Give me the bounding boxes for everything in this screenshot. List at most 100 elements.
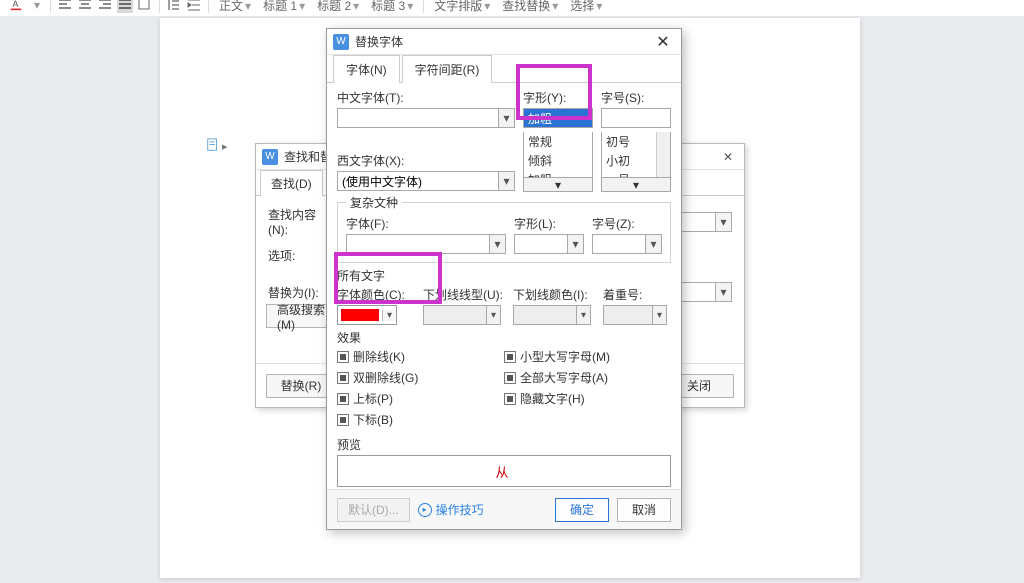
align-left-icon[interactable]	[57, 0, 73, 13]
complex-font-combo[interactable]: ▾	[346, 234, 506, 254]
tab-font[interactable]: 字体(N)	[333, 55, 400, 83]
subscript-checkbox[interactable]: 下标(B)	[337, 411, 504, 428]
underline-color-icon[interactable]: A	[8, 0, 24, 13]
line-spacing-icon[interactable]	[166, 0, 182, 13]
find-what-dropdown[interactable]: ▾	[716, 212, 732, 232]
replace-font-dialog: W 替换字体 ✕ 字体(N) 字符间距(R) 中文字体(T): ▾ 字形(Y):	[326, 28, 682, 530]
chevron-down-icon[interactable]: ▾	[489, 235, 505, 253]
cancel-button[interactable]: 取消	[617, 498, 671, 522]
doc-icon	[206, 138, 220, 155]
chinese-font-input[interactable]	[338, 109, 498, 127]
cstyle-label: 字形(L):	[514, 215, 584, 232]
chevron-down-icon[interactable]: ▾	[498, 109, 514, 127]
size-label: 字号(S):	[601, 89, 671, 106]
chevron-down-icon[interactable]: ▾	[567, 235, 583, 253]
style-label: 字形(Y):	[523, 89, 593, 106]
smallcaps-checkbox[interactable]: 小型大写字母(M)	[504, 348, 671, 365]
underline-type-label: 下划线线型(U):	[423, 286, 505, 303]
font-color-combo[interactable]: ▾	[337, 305, 397, 325]
chevron-down-icon[interactable]: ▾	[523, 178, 593, 192]
style-h3[interactable]: 标题 3▾	[367, 0, 417, 16]
replace-with-dropdown[interactable]: ▾	[716, 282, 732, 302]
font-dialog-title: 替换字体	[355, 33, 651, 50]
style-listbox[interactable]: 常规 倾斜 加粗	[523, 132, 593, 178]
style-h1[interactable]: 标题 1▾	[259, 0, 309, 16]
chevron-down-icon[interactable]: ▾	[576, 306, 590, 324]
svg-text:A: A	[13, 0, 19, 9]
text-layout[interactable]: 文字排版▾	[430, 0, 494, 16]
chinese-font-combo[interactable]: ▾	[337, 108, 515, 128]
font-style-combo[interactable]	[523, 108, 593, 128]
underline-type-combo[interactable]: ▾	[423, 305, 501, 325]
align-center-icon[interactable]	[77, 0, 93, 13]
checkbox-icon	[504, 393, 516, 405]
align-justify-icon[interactable]	[117, 0, 133, 13]
color-swatch	[341, 309, 379, 321]
replace-with-label: 替换为(I):	[268, 284, 332, 301]
align-right-icon[interactable]	[97, 0, 113, 13]
play-icon: ▸	[418, 503, 432, 517]
default-button: 默认(D)...	[337, 498, 410, 522]
superscript-checkbox[interactable]: 上标(P)	[337, 390, 504, 407]
font-style-input[interactable]	[524, 109, 592, 127]
font-size-input[interactable]	[602, 109, 670, 127]
fill-icon[interactable]	[137, 0, 153, 13]
dstrike-checkbox[interactable]: 双删除线(G)	[337, 369, 504, 386]
ribbon-drop-1[interactable]: ▾	[28, 0, 44, 14]
underline-color-combo[interactable]: ▾	[513, 305, 591, 325]
tab-spacing[interactable]: 字符间距(R)	[402, 55, 493, 83]
indent-icon[interactable]	[186, 0, 202, 13]
chevron-down-icon[interactable]: ▾	[486, 306, 500, 324]
hidden-checkbox[interactable]: 隐藏文字(H)	[504, 390, 671, 407]
separator	[159, 0, 160, 13]
arrow-icon: ▸	[222, 140, 228, 153]
find-dialog-close-button[interactable]: ✕	[718, 147, 738, 167]
underline-color-label: 下划线颜色(I):	[513, 286, 595, 303]
csize-label: 字号(Z):	[592, 215, 662, 232]
style-h2[interactable]: 标题 2▾	[313, 0, 363, 16]
separator	[423, 0, 424, 13]
font-color-label: 字体颜色(C):	[337, 286, 415, 303]
emphasis-combo[interactable]: ▾	[603, 305, 667, 325]
preview-box: 从	[337, 455, 671, 487]
checkbox-icon	[504, 351, 516, 363]
separator	[208, 0, 209, 13]
western-font-input[interactable]	[338, 172, 498, 190]
complex-size-combo[interactable]: ▾	[592, 234, 662, 254]
style-normal[interactable]: 正文▾	[215, 0, 255, 16]
size-listbox[interactable]: 初号 小初 一号	[601, 132, 671, 178]
emphasis-label: 着重号:	[603, 286, 667, 303]
complex-scripts-group: 复杂文种 字体(F): ▾ 字形(L): ▾ 字号(Z): ▾	[337, 194, 671, 263]
tips-link[interactable]: ▸ 操作技巧	[418, 501, 484, 518]
scrollbar[interactable]	[656, 132, 670, 177]
ribbon-row: A ▾ 正文▾ 标题 1▾ 标题 2▾ 标题 3▾ 文字排版▾ 查找替换▾ 选择…	[0, 0, 1024, 16]
chinese-font-label: 中文字体(T):	[337, 89, 515, 106]
options-label: 选项:	[268, 247, 332, 264]
checkbox-icon	[504, 372, 516, 384]
app-logo-icon: W	[333, 34, 349, 50]
checkbox-icon	[337, 393, 349, 405]
font-dialog-close-button[interactable]: ✕	[651, 31, 675, 53]
complex-style-combo[interactable]: ▾	[514, 234, 584, 254]
western-font-label: 西文字体(X):	[337, 152, 515, 169]
ok-button[interactable]: 确定	[555, 498, 609, 522]
find-replace[interactable]: 查找替换▾	[498, 0, 562, 16]
chevron-down-icon[interactable]: ▾	[601, 178, 671, 192]
separator	[50, 0, 51, 13]
chevron-down-icon[interactable]: ▾	[645, 235, 661, 253]
tab-find[interactable]: 查找(D)	[260, 170, 323, 196]
app-logo-icon: W	[262, 149, 278, 165]
select[interactable]: 选择▾	[566, 0, 606, 16]
checkbox-icon	[337, 414, 349, 426]
preview-label: 预览	[337, 436, 671, 453]
chevron-down-icon[interactable]: ▾	[498, 172, 514, 190]
western-font-combo[interactable]: ▾	[337, 171, 515, 191]
chevron-down-icon[interactable]: ▾	[652, 306, 666, 324]
strike-checkbox[interactable]: 删除线(K)	[337, 348, 504, 365]
font-size-combo[interactable]	[601, 108, 671, 128]
font-dialog-titlebar[interactable]: W 替换字体 ✕	[327, 29, 681, 55]
list-item[interactable]: 倾斜	[524, 151, 592, 170]
chevron-down-icon[interactable]: ▾	[382, 310, 396, 321]
list-item[interactable]: 常规	[524, 132, 592, 151]
allcaps-checkbox[interactable]: 全部大写字母(A)	[504, 369, 671, 386]
